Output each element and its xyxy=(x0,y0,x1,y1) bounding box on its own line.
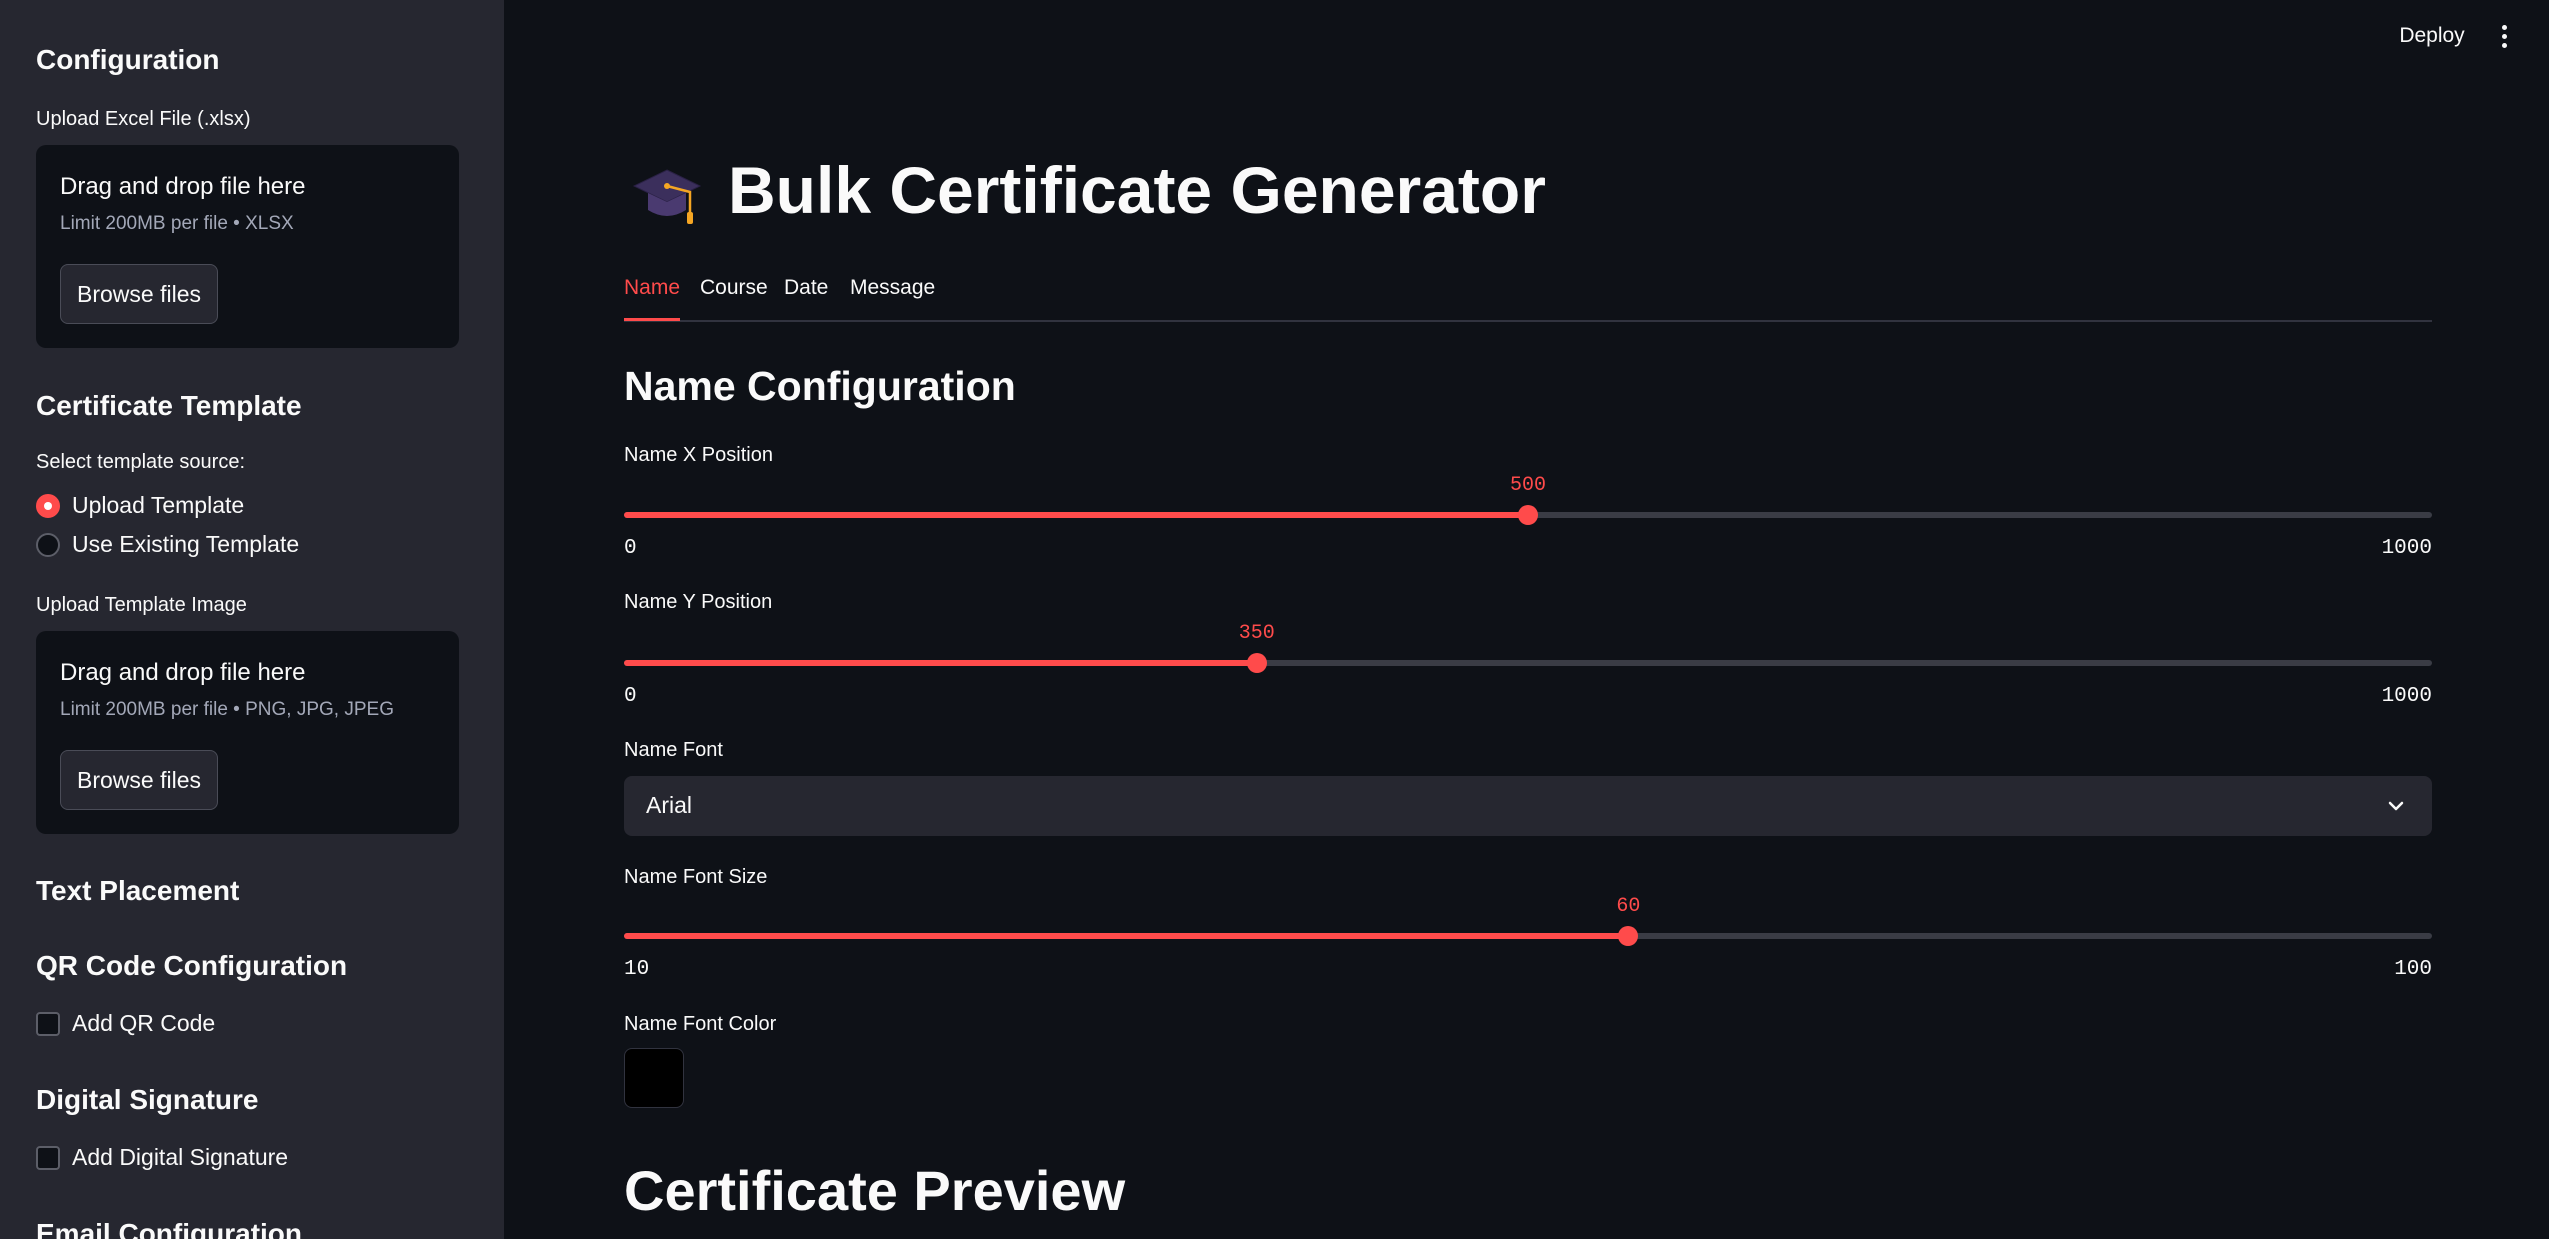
qr-code-heading: QR Code Configuration xyxy=(36,950,348,981)
template-image-dropzone[interactable]: Drag and drop file here Limit 200MB per … xyxy=(36,631,459,834)
slider-min: 0 xyxy=(624,537,637,560)
selected-font: Arial xyxy=(646,792,693,818)
excel-upload-label: Upload Excel File (.xlsx) xyxy=(36,108,251,130)
slider-min: 0 xyxy=(624,685,637,708)
add-digital-signature-label: Add Digital Signature xyxy=(72,1144,289,1170)
tab-bar: Name Course Date Message xyxy=(624,270,2432,322)
template-source-label: Select template source: xyxy=(36,451,245,473)
name-x-position-label: Name X Position xyxy=(624,444,773,466)
add-qr-code-label: Add QR Code xyxy=(72,1010,216,1036)
name-font-size-label: Name Font Size xyxy=(624,866,768,888)
template-browse-files-button[interactable]: Browse files xyxy=(60,750,218,810)
dropzone-title: Drag and drop file here xyxy=(60,173,306,200)
graduation-cap-icon xyxy=(632,169,702,224)
digital-signature-heading: Digital Signature xyxy=(36,1084,259,1115)
radio-selected-icon[interactable] xyxy=(36,493,60,518)
slider-value: 350 xyxy=(1238,622,1275,645)
excel-file-dropzone[interactable]: Drag and drop file here Limit 200MB per … xyxy=(36,145,459,348)
tab-course[interactable]: Course xyxy=(700,276,768,318)
configuration-heading: Configuration xyxy=(36,44,220,75)
tab-name[interactable]: Name xyxy=(624,276,681,321)
radio-upload-template[interactable]: Upload Template xyxy=(36,492,244,519)
name-configuration-heading: Name Configuration xyxy=(624,363,1016,409)
radio-use-existing-template[interactable]: Use Existing Template xyxy=(36,531,299,558)
name-font-size-slider[interactable]: 60 10 100 xyxy=(624,895,2432,981)
slider-fill xyxy=(624,933,1629,939)
excel-browse-files-button[interactable]: Browse files xyxy=(60,264,218,324)
dropzone-title: Drag and drop file here xyxy=(60,659,306,686)
name-font-color-picker[interactable] xyxy=(624,1048,684,1108)
sidebar: Configuration Upload Excel File (.xlsx) … xyxy=(0,0,504,1239)
name-x-position-slider[interactable]: 500 0 1000 xyxy=(624,474,2432,560)
add-qr-code-checkbox[interactable]: Add QR Code xyxy=(36,1010,215,1037)
dropzone-limit: Limit 200MB per file • PNG, JPG, JPEG xyxy=(60,699,394,720)
page-title: Bulk Certificate Generator xyxy=(728,153,1546,227)
checkbox-icon[interactable] xyxy=(36,1011,60,1036)
slider-thumb[interactable] xyxy=(1518,505,1538,525)
tab-message[interactable]: Message xyxy=(850,276,935,318)
radio-unselected-icon[interactable] xyxy=(36,532,60,557)
slider-fill xyxy=(624,512,1528,518)
dropzone-limit: Limit 200MB per file • XLSX xyxy=(60,213,294,234)
email-configuration-heading: Email Configuration xyxy=(36,1218,302,1239)
chevron-down-icon[interactable] xyxy=(2386,796,2406,816)
certificate-preview-heading: Certificate Preview xyxy=(624,1159,1126,1222)
text-placement-heading: Text Placement xyxy=(36,875,240,906)
name-y-position-label: Name Y Position xyxy=(624,591,773,613)
slider-max: 100 xyxy=(2394,958,2432,981)
radio-use-existing-template-label: Use Existing Template xyxy=(72,531,300,557)
name-font-color-label: Name Font Color xyxy=(624,1013,777,1035)
slider-fill xyxy=(624,660,1257,666)
main-content: Bulk Certificate Generator Name Course D… xyxy=(504,0,2549,1239)
certificate-template-heading: Certificate Template xyxy=(36,390,302,421)
name-y-position-slider[interactable]: 350 0 1000 xyxy=(624,622,2432,708)
radio-upload-template-label: Upload Template xyxy=(72,492,245,518)
slider-min: 10 xyxy=(624,958,650,981)
slider-thumb[interactable] xyxy=(1618,926,1639,946)
slider-max: 1000 xyxy=(2381,537,2432,560)
name-font-select[interactable]: Arial xyxy=(624,776,2432,836)
slider-value: 60 xyxy=(1616,895,1641,918)
slider-max: 1000 xyxy=(2381,685,2432,708)
add-digital-signature-checkbox[interactable]: Add Digital Signature xyxy=(36,1144,288,1171)
template-image-label: Upload Template Image xyxy=(36,594,247,616)
slider-thumb[interactable] xyxy=(1246,653,1267,673)
checkbox-icon[interactable] xyxy=(36,1145,60,1170)
tab-date[interactable]: Date xyxy=(784,276,828,318)
name-font-label: Name Font xyxy=(624,739,723,761)
slider-value: 500 xyxy=(1509,474,1547,497)
